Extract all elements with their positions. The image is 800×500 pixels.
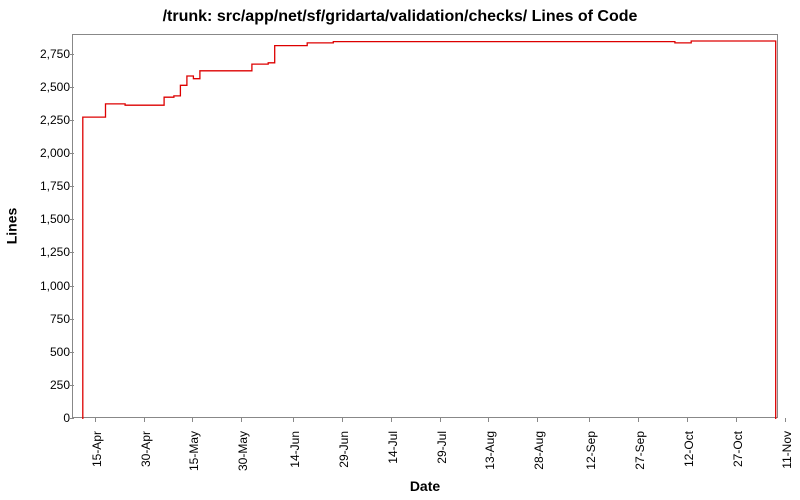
chart-title: /trunk: src/app/net/sf/gridarta/validati… (0, 8, 800, 26)
x-tick-mark (95, 418, 96, 422)
x-tick-mark (488, 418, 489, 422)
x-axis-label: Date (72, 478, 778, 494)
y-tick-mark (70, 87, 74, 88)
y-tick-label: 1,000 (10, 279, 70, 293)
y-tick-mark (70, 252, 74, 253)
y-tick-label: 1,250 (10, 245, 70, 259)
y-tick-label: 250 (10, 378, 70, 392)
x-tick-mark (192, 418, 193, 422)
x-tick-label: 13-Aug (483, 431, 497, 491)
x-tick-label: 28-Aug (532, 431, 546, 491)
y-tick-mark (70, 319, 74, 320)
x-tick-mark (440, 418, 441, 422)
x-tick-mark (342, 418, 343, 422)
x-tick-label: 29-Jul (435, 431, 449, 491)
x-tick-mark (785, 418, 786, 422)
y-tick-mark (70, 418, 74, 419)
x-tick-label: 15-Apr (90, 431, 104, 491)
x-tick-mark (293, 418, 294, 422)
y-tick-label: 2,500 (10, 80, 70, 94)
y-tick-label: 1,500 (10, 212, 70, 226)
x-tick-label: 11-Nov (780, 431, 794, 491)
plot-area (72, 34, 778, 418)
y-tick-mark (70, 286, 74, 287)
y-tick-mark (70, 219, 74, 220)
x-tick-label: 30-Apr (139, 431, 153, 491)
y-tick-mark (70, 153, 74, 154)
x-tick-mark (144, 418, 145, 422)
x-tick-mark (638, 418, 639, 422)
x-tick-mark (687, 418, 688, 422)
y-tick-mark (70, 186, 74, 187)
x-tick-label: 14-Jun (288, 431, 302, 491)
x-tick-label: 27-Sep (633, 431, 647, 491)
x-tick-label: 15-May (187, 431, 201, 491)
y-tick-mark (70, 120, 74, 121)
y-tick-label: 1,750 (10, 179, 70, 193)
x-tick-label: 14-Jul (386, 431, 400, 491)
x-tick-mark (736, 418, 737, 422)
x-tick-mark (537, 418, 538, 422)
y-tick-label: 500 (10, 345, 70, 359)
x-tick-label: 27-Oct (731, 431, 745, 491)
y-tick-mark (70, 54, 74, 55)
y-tick-label: 2,000 (10, 146, 70, 160)
x-tick-mark (391, 418, 392, 422)
x-tick-label: 29-Jun (337, 431, 351, 491)
x-tick-label: 30-May (236, 431, 250, 491)
series-line (73, 35, 779, 419)
x-tick-mark (241, 418, 242, 422)
y-tick-mark (70, 385, 74, 386)
x-tick-mark (589, 418, 590, 422)
y-tick-label: 750 (10, 312, 70, 326)
x-tick-label: 12-Oct (682, 431, 696, 491)
y-tick-label: 2,250 (10, 113, 70, 127)
y-tick-label: 2,750 (10, 47, 70, 61)
y-tick-mark (70, 352, 74, 353)
y-tick-label: 0 (10, 411, 70, 425)
x-tick-label: 12-Sep (584, 431, 598, 491)
